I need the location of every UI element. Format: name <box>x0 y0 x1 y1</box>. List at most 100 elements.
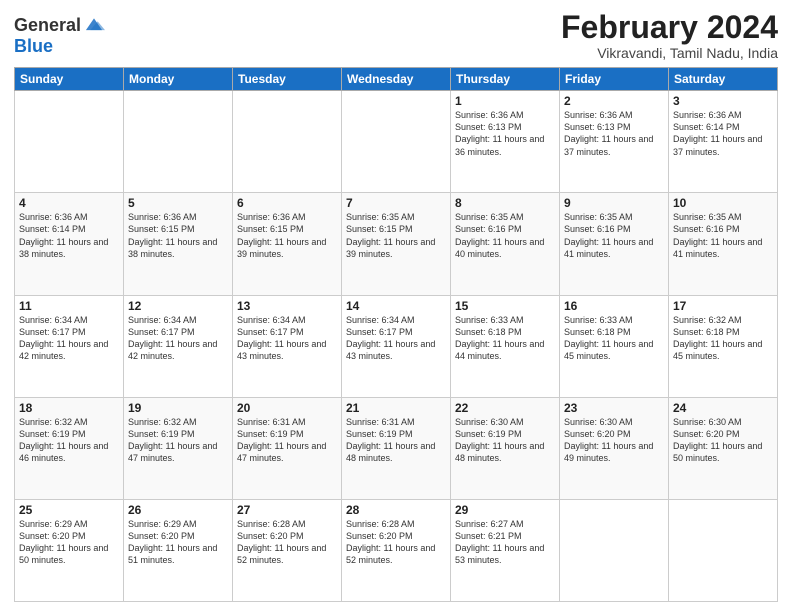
weekday-header-saturday: Saturday <box>669 68 778 91</box>
cell-info: Sunrise: 6:30 AM Sunset: 6:20 PM Dayligh… <box>673 416 773 465</box>
day-number: 13 <box>237 299 337 313</box>
calendar-week-1: 1Sunrise: 6:36 AM Sunset: 6:13 PM Daylig… <box>15 91 778 193</box>
calendar-cell: 13Sunrise: 6:34 AM Sunset: 6:17 PM Dayli… <box>233 295 342 397</box>
day-number: 5 <box>128 196 228 210</box>
calendar-cell <box>233 91 342 193</box>
day-number: 27 <box>237 503 337 517</box>
cell-info: Sunrise: 6:36 AM Sunset: 6:13 PM Dayligh… <box>455 109 555 158</box>
calendar-cell <box>124 91 233 193</box>
day-number: 28 <box>346 503 446 517</box>
day-number: 7 <box>346 196 446 210</box>
day-number: 9 <box>564 196 664 210</box>
calendar-header: SundayMondayTuesdayWednesdayThursdayFrid… <box>15 68 778 91</box>
cell-info: Sunrise: 6:35 AM Sunset: 6:16 PM Dayligh… <box>455 211 555 260</box>
calendar-week-4: 18Sunrise: 6:32 AM Sunset: 6:19 PM Dayli… <box>15 397 778 499</box>
weekday-header-monday: Monday <box>124 68 233 91</box>
logo-icon <box>83 14 105 36</box>
cell-info: Sunrise: 6:36 AM Sunset: 6:14 PM Dayligh… <box>673 109 773 158</box>
cell-info: Sunrise: 6:29 AM Sunset: 6:20 PM Dayligh… <box>128 518 228 567</box>
day-number: 10 <box>673 196 773 210</box>
calendar-cell <box>15 91 124 193</box>
calendar-cell: 16Sunrise: 6:33 AM Sunset: 6:18 PM Dayli… <box>560 295 669 397</box>
day-number: 1 <box>455 94 555 108</box>
calendar-cell: 29Sunrise: 6:27 AM Sunset: 6:21 PM Dayli… <box>451 499 560 601</box>
calendar-cell: 15Sunrise: 6:33 AM Sunset: 6:18 PM Dayli… <box>451 295 560 397</box>
day-number: 26 <box>128 503 228 517</box>
day-number: 4 <box>19 196 119 210</box>
page: General Blue February 2024 Vikravandi, T… <box>0 0 792 612</box>
calendar-cell: 11Sunrise: 6:34 AM Sunset: 6:17 PM Dayli… <box>15 295 124 397</box>
calendar-cell: 2Sunrise: 6:36 AM Sunset: 6:13 PM Daylig… <box>560 91 669 193</box>
calendar-cell: 7Sunrise: 6:35 AM Sunset: 6:15 PM Daylig… <box>342 193 451 295</box>
day-number: 22 <box>455 401 555 415</box>
day-number: 8 <box>455 196 555 210</box>
calendar-cell <box>560 499 669 601</box>
calendar-cell <box>669 499 778 601</box>
calendar-cell: 3Sunrise: 6:36 AM Sunset: 6:14 PM Daylig… <box>669 91 778 193</box>
cell-info: Sunrise: 6:34 AM Sunset: 6:17 PM Dayligh… <box>346 314 446 363</box>
cell-info: Sunrise: 6:27 AM Sunset: 6:21 PM Dayligh… <box>455 518 555 567</box>
weekday-header-friday: Friday <box>560 68 669 91</box>
cell-info: Sunrise: 6:30 AM Sunset: 6:20 PM Dayligh… <box>564 416 664 465</box>
cell-info: Sunrise: 6:36 AM Sunset: 6:15 PM Dayligh… <box>237 211 337 260</box>
weekday-header-thursday: Thursday <box>451 68 560 91</box>
calendar-cell: 6Sunrise: 6:36 AM Sunset: 6:15 PM Daylig… <box>233 193 342 295</box>
weekday-header-row: SundayMondayTuesdayWednesdayThursdayFrid… <box>15 68 778 91</box>
day-number: 12 <box>128 299 228 313</box>
calendar-cell: 28Sunrise: 6:28 AM Sunset: 6:20 PM Dayli… <box>342 499 451 601</box>
calendar-cell: 18Sunrise: 6:32 AM Sunset: 6:19 PM Dayli… <box>15 397 124 499</box>
cell-info: Sunrise: 6:33 AM Sunset: 6:18 PM Dayligh… <box>564 314 664 363</box>
calendar-subtitle: Vikravandi, Tamil Nadu, India <box>561 45 778 61</box>
calendar-cell <box>342 91 451 193</box>
day-number: 17 <box>673 299 773 313</box>
calendar-cell: 10Sunrise: 6:35 AM Sunset: 6:16 PM Dayli… <box>669 193 778 295</box>
day-number: 19 <box>128 401 228 415</box>
day-number: 11 <box>19 299 119 313</box>
calendar-week-2: 4Sunrise: 6:36 AM Sunset: 6:14 PM Daylig… <box>15 193 778 295</box>
cell-info: Sunrise: 6:35 AM Sunset: 6:16 PM Dayligh… <box>564 211 664 260</box>
calendar-cell: 19Sunrise: 6:32 AM Sunset: 6:19 PM Dayli… <box>124 397 233 499</box>
cell-info: Sunrise: 6:36 AM Sunset: 6:15 PM Dayligh… <box>128 211 228 260</box>
calendar-cell: 20Sunrise: 6:31 AM Sunset: 6:19 PM Dayli… <box>233 397 342 499</box>
day-number: 24 <box>673 401 773 415</box>
day-number: 20 <box>237 401 337 415</box>
cell-info: Sunrise: 6:32 AM Sunset: 6:19 PM Dayligh… <box>19 416 119 465</box>
cell-info: Sunrise: 6:34 AM Sunset: 6:17 PM Dayligh… <box>237 314 337 363</box>
calendar-body: 1Sunrise: 6:36 AM Sunset: 6:13 PM Daylig… <box>15 91 778 602</box>
cell-info: Sunrise: 6:33 AM Sunset: 6:18 PM Dayligh… <box>455 314 555 363</box>
calendar-cell: 12Sunrise: 6:34 AM Sunset: 6:17 PM Dayli… <box>124 295 233 397</box>
cell-info: Sunrise: 6:34 AM Sunset: 6:17 PM Dayligh… <box>128 314 228 363</box>
cell-info: Sunrise: 6:28 AM Sunset: 6:20 PM Dayligh… <box>346 518 446 567</box>
weekday-header-wednesday: Wednesday <box>342 68 451 91</box>
calendar-cell: 4Sunrise: 6:36 AM Sunset: 6:14 PM Daylig… <box>15 193 124 295</box>
calendar-cell: 27Sunrise: 6:28 AM Sunset: 6:20 PM Dayli… <box>233 499 342 601</box>
logo-blue-text: Blue <box>14 36 105 57</box>
day-number: 23 <box>564 401 664 415</box>
calendar-cell: 1Sunrise: 6:36 AM Sunset: 6:13 PM Daylig… <box>451 91 560 193</box>
cell-info: Sunrise: 6:28 AM Sunset: 6:20 PM Dayligh… <box>237 518 337 567</box>
cell-info: Sunrise: 6:32 AM Sunset: 6:19 PM Dayligh… <box>128 416 228 465</box>
cell-info: Sunrise: 6:30 AM Sunset: 6:19 PM Dayligh… <box>455 416 555 465</box>
day-number: 15 <box>455 299 555 313</box>
calendar-cell: 5Sunrise: 6:36 AM Sunset: 6:15 PM Daylig… <box>124 193 233 295</box>
day-number: 14 <box>346 299 446 313</box>
calendar-cell: 24Sunrise: 6:30 AM Sunset: 6:20 PM Dayli… <box>669 397 778 499</box>
day-number: 21 <box>346 401 446 415</box>
cell-info: Sunrise: 6:36 AM Sunset: 6:14 PM Dayligh… <box>19 211 119 260</box>
cell-info: Sunrise: 6:29 AM Sunset: 6:20 PM Dayligh… <box>19 518 119 567</box>
day-number: 18 <box>19 401 119 415</box>
calendar-table: SundayMondayTuesdayWednesdayThursdayFrid… <box>14 67 778 602</box>
calendar-cell: 23Sunrise: 6:30 AM Sunset: 6:20 PM Dayli… <box>560 397 669 499</box>
calendar-cell: 8Sunrise: 6:35 AM Sunset: 6:16 PM Daylig… <box>451 193 560 295</box>
calendar-cell: 14Sunrise: 6:34 AM Sunset: 6:17 PM Dayli… <box>342 295 451 397</box>
calendar-week-5: 25Sunrise: 6:29 AM Sunset: 6:20 PM Dayli… <box>15 499 778 601</box>
cell-info: Sunrise: 6:35 AM Sunset: 6:16 PM Dayligh… <box>673 211 773 260</box>
day-number: 3 <box>673 94 773 108</box>
logo: General Blue <box>14 14 105 57</box>
calendar-cell: 17Sunrise: 6:32 AM Sunset: 6:18 PM Dayli… <box>669 295 778 397</box>
weekday-header-tuesday: Tuesday <box>233 68 342 91</box>
title-block: February 2024 Vikravandi, Tamil Nadu, In… <box>561 10 778 61</box>
day-number: 2 <box>564 94 664 108</box>
calendar-cell: 26Sunrise: 6:29 AM Sunset: 6:20 PM Dayli… <box>124 499 233 601</box>
day-number: 25 <box>19 503 119 517</box>
